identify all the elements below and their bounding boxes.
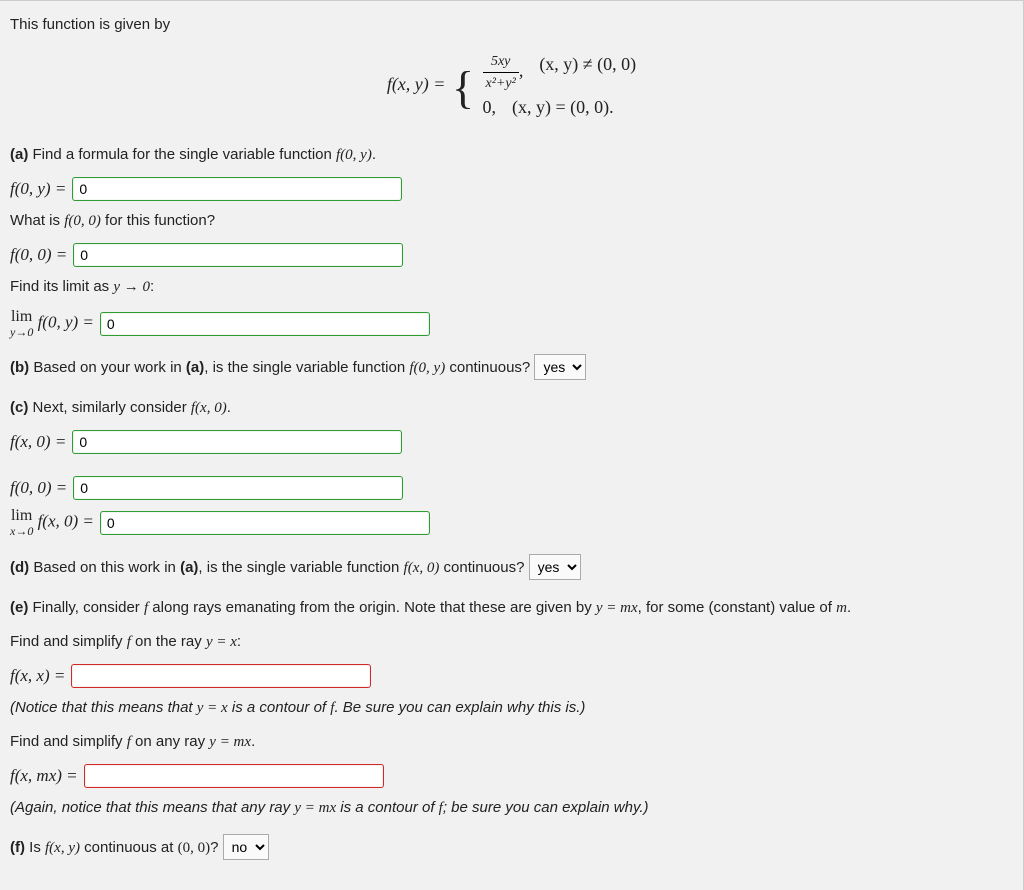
d-continuous-select[interactable]: yes xyxy=(529,554,581,580)
c-fx0-input[interactable] xyxy=(72,430,402,454)
c-row2-label: f(0, 0) = xyxy=(10,478,67,498)
e-row2-label: f(x, mx) = xyxy=(10,766,78,786)
e-note1: (Notice that this means that y = x is a … xyxy=(10,696,1013,720)
eq-cases: 5xy x²+y² , (x, y) ≠ (0, 0) 0, (x, y) = … xyxy=(483,51,637,121)
e-fxx-input[interactable] xyxy=(71,664,371,688)
a-q2: What is f(0, 0) for this function? xyxy=(10,209,1013,233)
a-row1-label: f(0, y) = xyxy=(10,179,66,199)
part-f: (f) Is f(x, y) continuous at (0, 0)? no xyxy=(10,834,1013,860)
c-f00-input[interactable] xyxy=(73,476,403,500)
e-find1: Find and simplify f on the ray y = x: xyxy=(10,630,1013,654)
f-continuous-select[interactable]: no xyxy=(223,834,269,860)
a-f0y-input[interactable] xyxy=(72,177,402,201)
a-lim-input[interactable] xyxy=(100,312,430,336)
part-c-prompt: (c) Next, similarly consider f(x, 0). xyxy=(10,396,1013,420)
problem-page: This function is given by f(x, y) = { 5x… xyxy=(0,0,1024,890)
a-f00-input[interactable] xyxy=(73,243,403,267)
eq-lhs: f(x, y) = xyxy=(387,74,446,94)
piecewise-definition: f(x, y) = { 5xy x²+y² , (x, y) ≠ (0, 0) … xyxy=(10,51,1013,121)
part-e-prompt: (e) Finally, consider f along rays emana… xyxy=(10,596,1013,620)
part-b: (b) Based on your work in (a), is the si… xyxy=(10,354,1013,380)
a-q3: Find its limit as y → 0: xyxy=(10,275,1013,299)
e-row1-label: f(x, x) = xyxy=(10,666,65,686)
part-a-prompt: (a) Find a formula for the single variab… xyxy=(10,143,1013,167)
c-row3-label: limx→0 f(x, 0) = xyxy=(10,508,94,537)
a-row3-label: limy→0 f(0, y) = xyxy=(10,309,94,338)
e-fxmx-input[interactable] xyxy=(84,764,384,788)
e-find2: Find and simplify f on any ray y = mx. xyxy=(10,730,1013,754)
intro-text: This function is given by xyxy=(10,13,1013,37)
c-row1-label: f(x, 0) = xyxy=(10,432,66,452)
e-note2: (Again, notice that this means that any … xyxy=(10,796,1013,820)
left-brace-icon: { xyxy=(452,65,474,111)
part-d: (d) Based on this work in (a), is the si… xyxy=(10,554,1013,580)
c-lim-input[interactable] xyxy=(100,511,430,535)
a-row2-label: f(0, 0) = xyxy=(10,245,67,265)
b-continuous-select[interactable]: yes xyxy=(534,354,586,380)
